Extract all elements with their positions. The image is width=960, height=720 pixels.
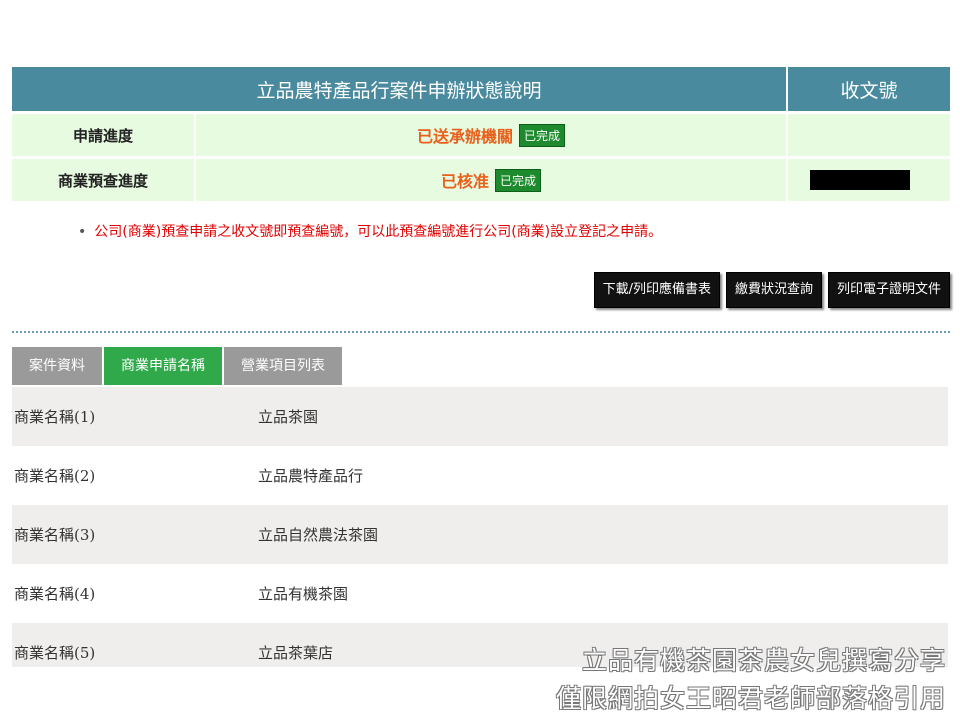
business-name-label: 商業名稱(2) [14,467,96,485]
download-forms-button[interactable]: 下載/列印應備書表 [593,272,720,308]
name-precheck-progress-label: 商業預查進度 [12,156,196,201]
business-name-value: 立品農特產品行 [258,467,364,485]
application-status-text: 已送承辦機關 [416,127,513,146]
completed-badge: 已完成 [519,123,566,147]
action-buttons: 下載/列印應備書表 繳費狀況查詢 列印電子證明文件 [593,272,950,308]
watermark-line-2: 僅限網拍女王昭君老師部落格引用 [555,684,946,713]
list-item: 商業名稱(2) 立品農特產品行 [12,446,948,505]
receipt-number-header: 收文號 [787,67,951,113]
watermark-line-1: 立品有機茶園茶農女兒撰寫分享 [581,646,946,675]
application-progress-label: 申請進度 [12,111,196,158]
business-name-list: 商業名稱(1) 立品茶園 商業名稱(2) 立品農特產品行 商業名稱(3) 立品自… [12,387,948,667]
redacted-receipt-number [810,170,911,190]
business-name-value: 立品茶園 [258,408,319,426]
business-name-label: 商業名稱(4) [14,585,96,603]
precheck-note-text: 公司(商業)預查申請之收文號即預查編號，可以此預查編號進行公司(商業)設立登記之… [94,224,663,240]
print-certificate-button[interactable]: 列印電子證明文件 [827,272,950,308]
table-row: 商業預查進度 已核准 已完成 [12,156,951,201]
case-status-table: 立品農特產品行案件申辦狀態說明 收文號 申請進度 已送承辦機關 已完成 商業預查進… [12,67,951,201]
business-name-label: 商業名稱(3) [14,526,96,544]
business-name-label: 商業名稱(5) [14,644,96,662]
tab-business-items[interactable]: 營業項目列表 [224,347,342,385]
application-progress-value: 已送承辦機關 已完成 [195,111,789,158]
payment-status-button[interactable]: 繳費狀況查詢 [725,272,822,308]
completed-badge: 已完成 [495,168,542,192]
list-item: 商業名稱(3) 立品自然農法茶園 [12,505,948,564]
precheck-note: • 公司(商業)預查申請之收文號即預查編號，可以此預查編號進行公司(商業)設立登記… [78,221,662,241]
business-name-value: 立品有機茶園 [258,585,349,603]
tab-business-names[interactable]: 商業申請名稱 [104,347,222,385]
name-precheck-progress-value: 已核准 已完成 [195,156,789,201]
receipt-number-cell [787,156,951,201]
precheck-status-text: 已核准 [440,172,489,191]
tab-bar: 案件資料 商業申請名稱 營業項目列表 [12,347,344,385]
dotted-divider [12,331,950,333]
list-item: 商業名稱(1) 立品茶園 [12,387,948,446]
case-status-title: 立品農特產品行案件申辦狀態說明 [12,67,789,113]
table-row: 申請進度 已送承辦機關 已完成 [12,111,951,158]
tab-case-info[interactable]: 案件資料 [12,347,102,385]
receipt-number-cell [787,111,951,158]
bullet-icon: • [78,224,87,240]
list-item: 商業名稱(4) 立品有機茶園 [12,564,948,623]
business-name-label: 商業名稱(1) [14,408,96,426]
business-name-value: 立品自然農法茶園 [258,526,379,544]
